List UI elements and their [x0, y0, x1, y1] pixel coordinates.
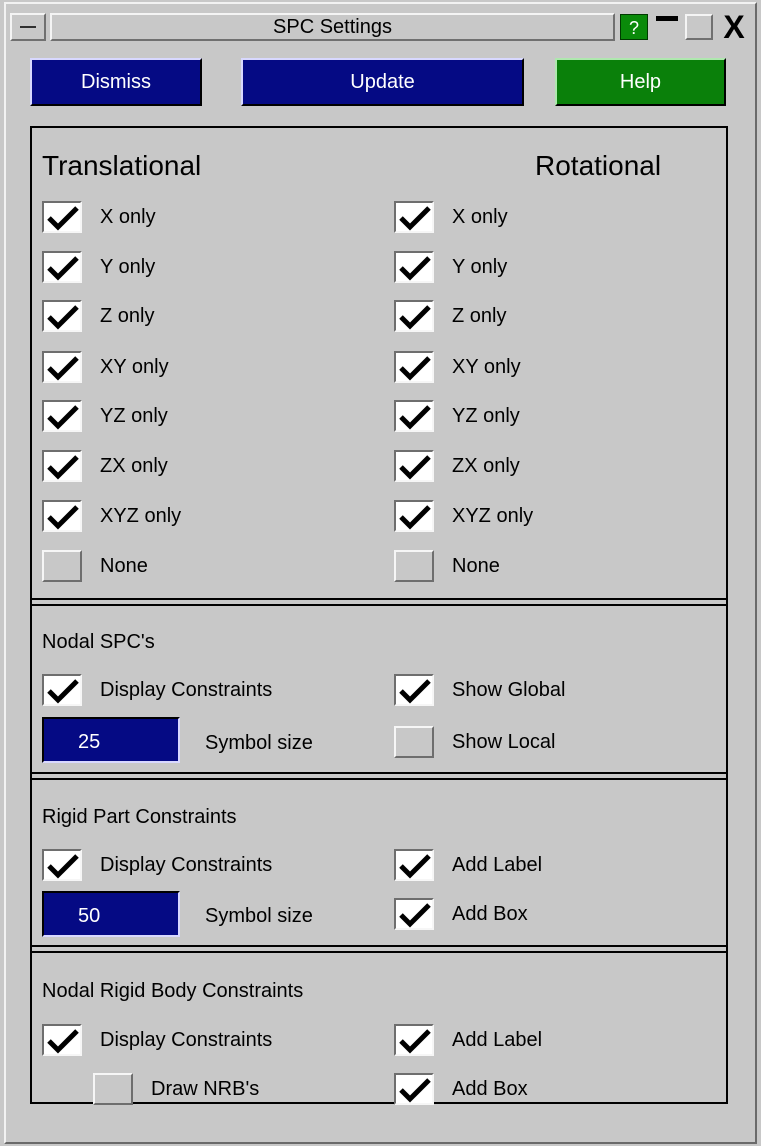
rotational-heading: Rotational	[535, 150, 662, 181]
nodal-symbol-size-label: Symbol size	[205, 732, 313, 754]
checkbox[interactable]	[42, 400, 82, 432]
option-label: Show Global	[452, 679, 566, 701]
checkmark-icon	[399, 903, 431, 928]
checkbox[interactable]	[42, 1024, 82, 1056]
checkmark-icon	[399, 1078, 431, 1103]
option-label: X only	[452, 206, 508, 228]
checkmark-icon	[399, 1029, 431, 1054]
checkbox[interactable]	[42, 450, 82, 482]
checkbox[interactable]	[394, 1073, 434, 1105]
minimize-button[interactable]	[653, 14, 681, 40]
maximize-button[interactable]	[685, 14, 713, 40]
checkmark-icon	[399, 305, 431, 330]
checkmark-icon	[399, 455, 431, 480]
checkbox[interactable]	[42, 351, 82, 383]
checkbox[interactable]	[42, 251, 82, 283]
option-label: Draw NRB's	[151, 1078, 260, 1100]
checkbox[interactable]	[394, 674, 434, 706]
checkmark-icon	[47, 206, 79, 231]
nodal-rigid-body-title: Nodal Rigid Body Constraints	[42, 980, 304, 1002]
option-label: XY only	[452, 356, 521, 378]
option-label: Show Local	[452, 731, 556, 753]
option-label: Add Box	[452, 903, 528, 925]
checkbox[interactable]	[394, 201, 434, 233]
translational-heading: Translational	[42, 150, 202, 181]
dismiss-button[interactable]: Dismiss	[30, 58, 202, 106]
title-bar: SPC Settings ? X	[6, 10, 751, 44]
option-label: Add Label	[452, 854, 543, 876]
checkbox[interactable]	[394, 251, 434, 283]
option-label: ZX only	[452, 455, 520, 477]
section-divider	[30, 598, 728, 606]
checkbox[interactable]	[394, 726, 434, 758]
option-label: None	[452, 555, 500, 577]
section-divider	[30, 772, 728, 780]
checkbox[interactable]	[42, 300, 82, 332]
nodal-symbol-size-input[interactable]: 25	[42, 717, 180, 763]
checkbox[interactable]	[42, 674, 82, 706]
checkbox[interactable]	[42, 849, 82, 881]
checkmark-icon	[47, 1029, 79, 1054]
window-title[interactable]: SPC Settings	[50, 13, 615, 41]
checkbox[interactable]	[394, 898, 434, 930]
rigid-symbol-size-input[interactable]: 50	[42, 891, 180, 937]
checkbox[interactable]	[42, 201, 82, 233]
checkmark-icon	[399, 356, 431, 381]
option-label: XYZ only	[100, 505, 182, 527]
option-label: X only	[100, 206, 156, 228]
checkbox[interactable]	[42, 500, 82, 532]
option-label: None	[100, 555, 148, 577]
checkmark-icon	[47, 256, 79, 281]
checkmark-icon	[47, 455, 79, 480]
checkbox[interactable]	[394, 500, 434, 532]
checkmark-icon	[47, 356, 79, 381]
checkmark-icon	[47, 679, 79, 704]
close-button[interactable]: X	[717, 10, 751, 44]
checkmark-icon	[399, 679, 431, 704]
checkbox[interactable]	[394, 300, 434, 332]
option-label: Display Constraints	[100, 679, 273, 701]
option-label: Z only	[452, 305, 507, 327]
option-label: Y only	[100, 256, 156, 278]
option-label: Y only	[452, 256, 508, 278]
checkmark-icon	[47, 405, 79, 430]
checkbox[interactable]	[394, 351, 434, 383]
checkmark-icon	[47, 505, 79, 530]
checkbox[interactable]	[394, 400, 434, 432]
checkmark-icon	[399, 206, 431, 231]
checkbox[interactable]	[93, 1073, 133, 1105]
update-button[interactable]: Update	[241, 58, 524, 106]
rigid-symbol-size-label: Symbol size	[205, 905, 313, 927]
checkmark-icon	[399, 854, 431, 879]
checkmark-icon	[47, 305, 79, 330]
checkmark-icon	[399, 505, 431, 530]
option-label: Add Label	[452, 1029, 543, 1051]
nodal-spc-title: Nodal SPC's	[42, 631, 155, 653]
checkmark-icon	[399, 256, 431, 281]
option-label: Add Box	[452, 1078, 528, 1100]
option-label: Display Constraints	[100, 1029, 273, 1051]
checkmark-icon	[47, 854, 79, 879]
option-label: ZX only	[100, 455, 168, 477]
checkbox[interactable]	[394, 450, 434, 482]
system-menu-button[interactable]	[10, 13, 46, 41]
checkbox[interactable]	[394, 849, 434, 881]
option-label: XYZ only	[452, 505, 534, 527]
option-label: Display Constraints	[100, 854, 273, 876]
option-label: YZ only	[100, 405, 168, 427]
checkbox[interactable]	[42, 550, 82, 582]
title-help-button[interactable]: ?	[620, 14, 648, 40]
checkbox[interactable]	[394, 1024, 434, 1056]
option-label: YZ only	[452, 405, 520, 427]
help-button[interactable]: Help	[555, 58, 726, 106]
checkmark-icon	[399, 405, 431, 430]
rigid-part-title: Rigid Part Constraints	[42, 806, 237, 828]
option-label: XY only	[100, 356, 169, 378]
section-divider	[30, 945, 728, 953]
option-label: Z only	[100, 305, 155, 327]
checkbox[interactable]	[394, 550, 434, 582]
